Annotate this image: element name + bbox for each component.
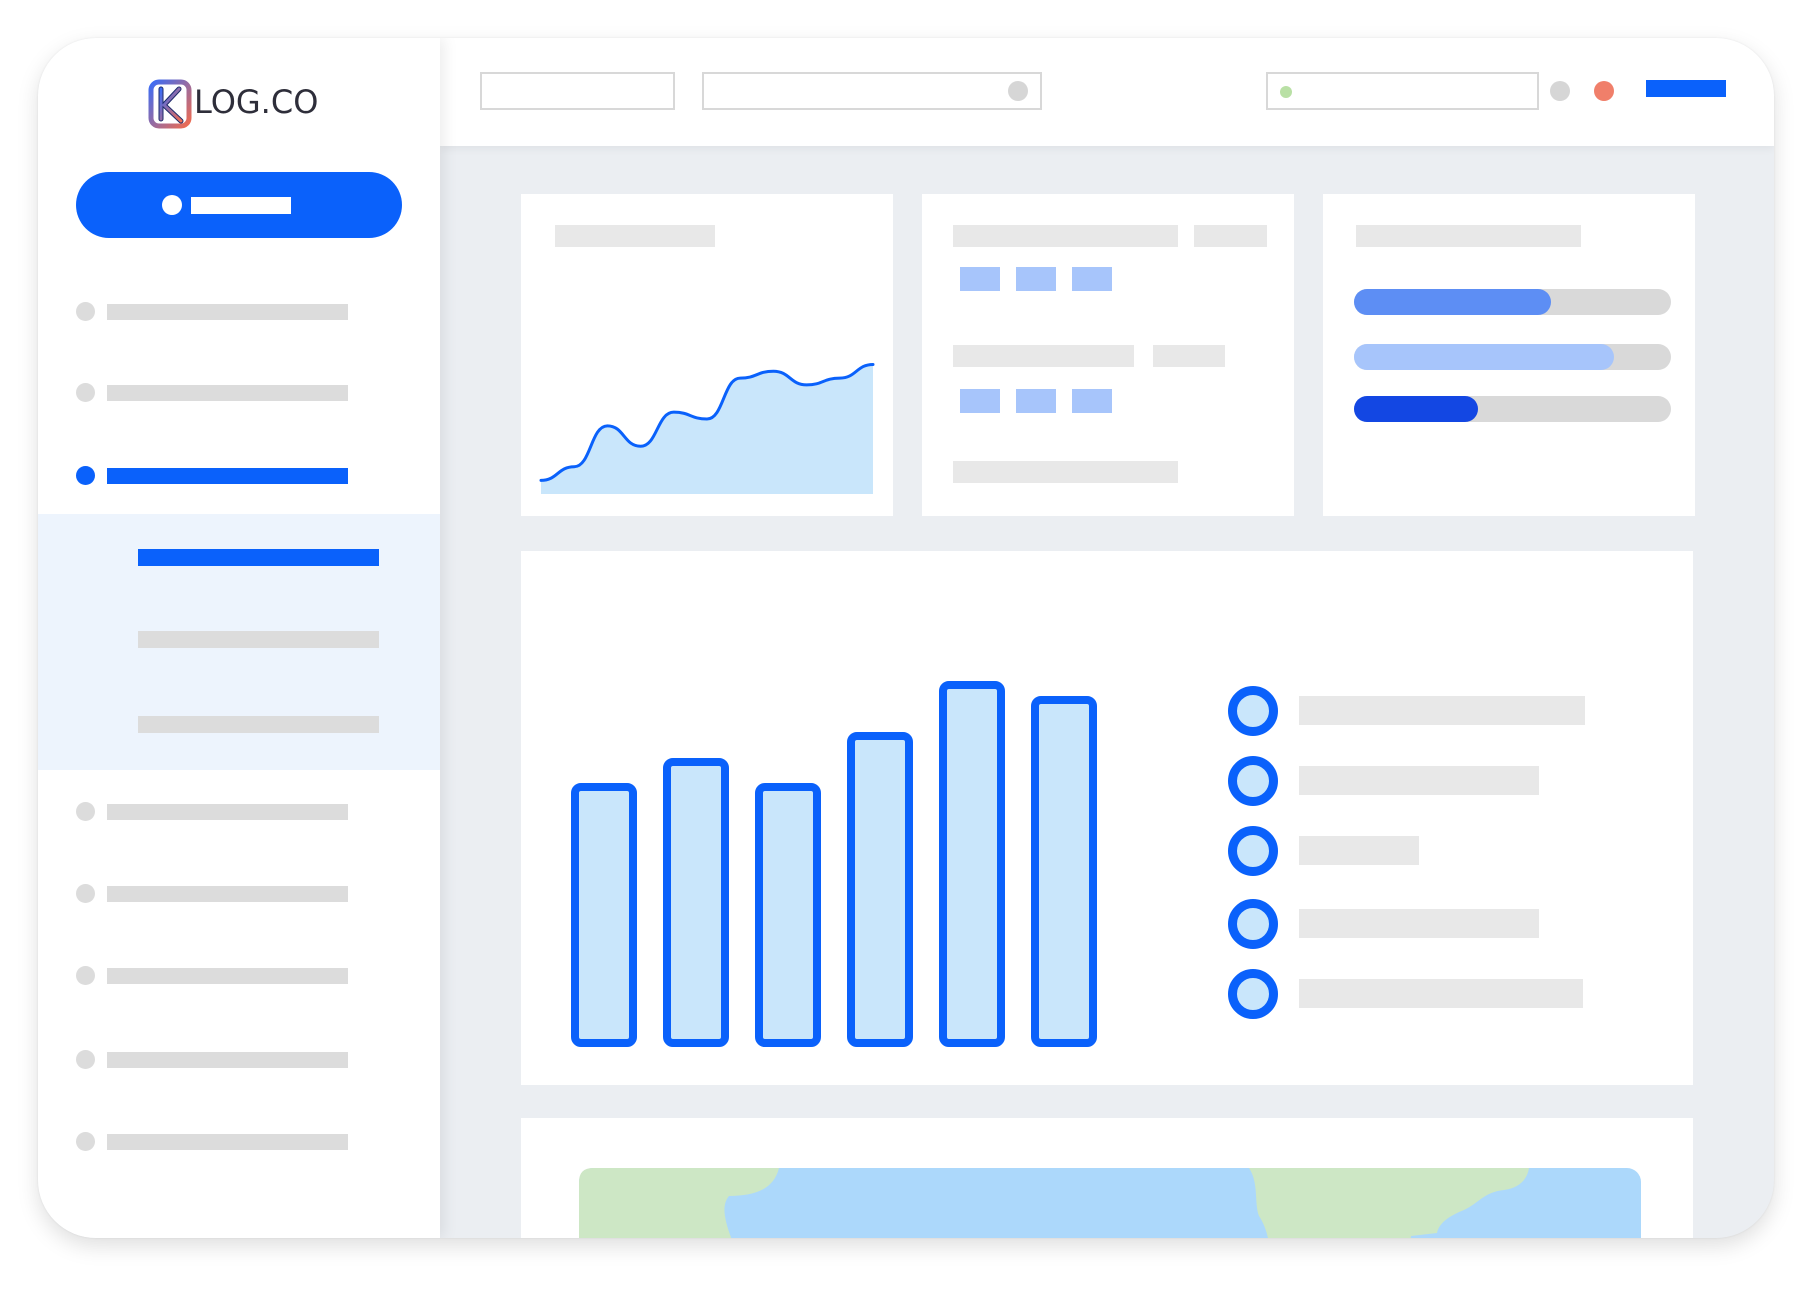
- bar-chart: [521, 551, 1121, 1085]
- bullet-icon: [76, 466, 95, 485]
- search-input[interactable]: [702, 72, 1042, 110]
- user-icon[interactable]: [1550, 81, 1570, 101]
- filter-field[interactable]: [480, 72, 675, 110]
- legend-marker-icon: [1228, 756, 1278, 806]
- summary-title-placeholder: [953, 225, 1178, 247]
- sidebar-item-6[interactable]: [76, 963, 366, 987]
- app-window: LOG.CO: [38, 38, 1774, 1238]
- legend-marker-icon: [1228, 686, 1278, 736]
- summary-subtitle-placeholder: [1194, 225, 1267, 247]
- tag-chip[interactable]: [1016, 267, 1056, 291]
- legend-marker-icon: [1228, 826, 1278, 876]
- bullet-icon: [76, 302, 95, 321]
- klog-k-badge-icon: [148, 79, 192, 129]
- legend-label-placeholder: [1299, 979, 1583, 1008]
- bullet-icon: [76, 884, 95, 903]
- bar-1[interactable]: [571, 783, 637, 1047]
- sidebar-item-label: [107, 1052, 348, 1068]
- search-icon[interactable]: [1008, 81, 1028, 101]
- tag-chip[interactable]: [960, 267, 1000, 291]
- bar-4[interactable]: [847, 732, 913, 1047]
- sidebar-item-label: [107, 468, 348, 484]
- legend-marker-icon: [1228, 969, 1278, 1019]
- sidebar-item-7[interactable]: [76, 1047, 366, 1071]
- legend-label-placeholder: [1299, 836, 1419, 865]
- area-chart: [539, 362, 875, 494]
- bullet-icon: [76, 966, 95, 985]
- top-bar: [440, 38, 1774, 146]
- summary-footer-placeholder: [953, 461, 1178, 483]
- legend-label-placeholder: [1299, 909, 1539, 938]
- progress-title-placeholder: [1356, 225, 1581, 247]
- tag-chip[interactable]: [1072, 389, 1112, 413]
- legend-label-placeholder: [1299, 766, 1539, 795]
- progress-bar-3: [1354, 396, 1671, 422]
- bullet-icon: [76, 1050, 95, 1069]
- sidebar-item-label: [107, 304, 348, 320]
- bar-2[interactable]: [663, 757, 729, 1047]
- sidebar-item-1[interactable]: [76, 299, 366, 323]
- bar-6[interactable]: [1031, 695, 1097, 1047]
- summary-label-placeholder: [953, 345, 1134, 367]
- bullet-icon: [76, 383, 95, 402]
- sidebar-item-label: [107, 968, 348, 984]
- sidebar-item-5[interactable]: [76, 881, 366, 905]
- sidebar-item-2[interactable]: [76, 380, 366, 404]
- status-field[interactable]: [1266, 72, 1539, 110]
- submenu: [38, 514, 440, 770]
- logo-text: LOG.CO: [194, 83, 319, 121]
- bullet-icon: [76, 1132, 95, 1151]
- primary-action-button[interactable]: [76, 172, 402, 238]
- progress-bar-1: [1354, 289, 1671, 315]
- notification-icon[interactable]: [1594, 81, 1614, 101]
- bar-3[interactable]: [755, 783, 821, 1047]
- area-fill: [541, 364, 873, 494]
- progress-fill-1: [1354, 289, 1551, 315]
- tag-chip[interactable]: [960, 389, 1000, 413]
- submenu-item-1-active[interactable]: [138, 549, 379, 566]
- progress-bar-2: [1354, 344, 1671, 370]
- sidebar-item-label: [107, 886, 348, 902]
- world-map[interactable]: [579, 1168, 1641, 1238]
- bullet-icon: [76, 802, 95, 821]
- sidebar-item-8[interactable]: [76, 1129, 366, 1153]
- submenu-item-3[interactable]: [138, 716, 379, 733]
- progress-fill-2: [1354, 344, 1614, 370]
- legend-label-placeholder: [1299, 696, 1585, 725]
- tag-chip[interactable]: [1016, 389, 1056, 413]
- sidebar-item-label: [107, 385, 348, 401]
- bar-5[interactable]: [939, 681, 1005, 1047]
- circle-icon: [162, 195, 182, 215]
- sidebar-item-label: [107, 804, 348, 820]
- button-label-placeholder: [191, 197, 291, 214]
- sidebar-item-label: [107, 1134, 348, 1150]
- legend-marker-icon: [1228, 899, 1278, 949]
- account-button[interactable]: [1646, 80, 1726, 97]
- map-card: [521, 1118, 1693, 1238]
- trend-card: [521, 194, 893, 516]
- progress-fill-3: [1354, 396, 1478, 422]
- sidebar-item-4[interactable]: [76, 799, 366, 823]
- tag-chip[interactable]: [1072, 267, 1112, 291]
- summary-value-placeholder: [1153, 345, 1225, 367]
- submenu-item-2[interactable]: [138, 631, 379, 648]
- progress-card: [1323, 194, 1695, 516]
- summary-card: [922, 194, 1294, 516]
- sidebar: LOG.CO: [38, 38, 440, 1238]
- logo[interactable]: LOG.CO: [148, 79, 342, 129]
- status-dot-icon: [1280, 86, 1292, 98]
- sidebar-item-3-active[interactable]: [76, 463, 366, 487]
- bar-chart-card: [521, 551, 1693, 1085]
